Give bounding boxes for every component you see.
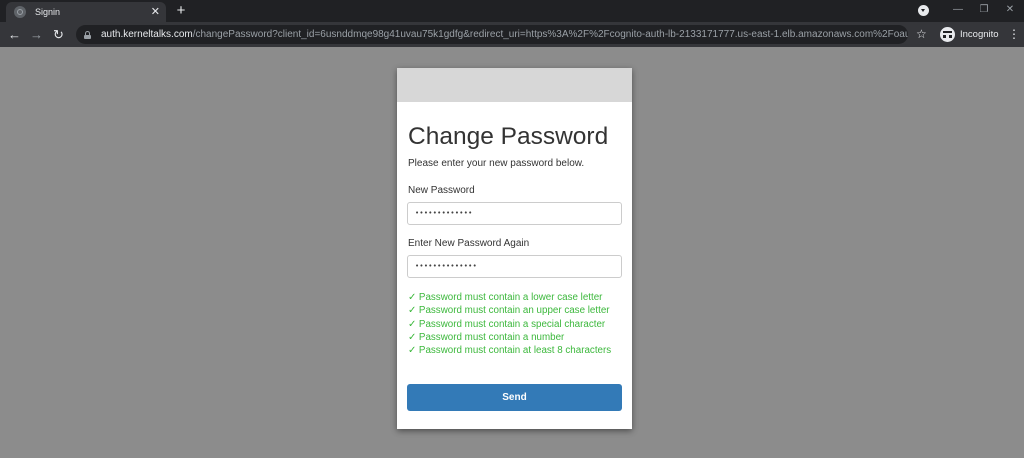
tab-search-icon[interactable] [918, 5, 929, 16]
rule-special-character: ✓ Password must contain a special charac… [408, 318, 606, 330]
address-bar[interactable]: auth.kerneltalks.com/changePassword?clie… [76, 25, 908, 44]
tab-strip: Signin ✕ + — ❐ ✕ [0, 0, 1024, 22]
tab-close-icon[interactable]: ✕ [151, 6, 160, 18]
star-icon[interactable]: ☆ [916, 26, 927, 43]
page-subtitle: Please enter your new password below. [408, 158, 585, 169]
browser-menu-icon[interactable]: ⋮ [1008, 26, 1020, 43]
url-path: /changePassword?client_id=6usnddmqe98g41… [192, 29, 908, 40]
confirm-password-label: Enter New Password Again [408, 238, 530, 249]
new-tab-button[interactable]: + [172, 2, 190, 20]
reload-button[interactable]: ↻ [50, 26, 67, 43]
new-password-field[interactable]: ••••••••••••• [407, 202, 622, 225]
lock-icon[interactable] [84, 30, 91, 39]
confirm-password-field[interactable]: •••••••••••••• [407, 255, 622, 278]
password-rules-list: ✓ Password must contain a lower case let… [408, 291, 611, 357]
rule-number: ✓ Password must contain a number [408, 331, 565, 343]
page-title: Change Password [408, 123, 609, 150]
tab-title: Signin [35, 7, 61, 17]
incognito-indicator[interactable]: Incognito [940, 25, 999, 44]
restore-button[interactable]: ❐ [976, 2, 992, 18]
incognito-label: Incognito [960, 29, 999, 40]
change-password-card: Change Password Please enter your new pa… [397, 68, 632, 429]
url-text[interactable]: auth.kerneltalks.com/changePassword?clie… [101, 29, 908, 40]
tab-signin[interactable]: Signin ✕ [6, 2, 166, 22]
incognito-icon [940, 27, 955, 42]
globe-icon [14, 6, 26, 18]
rule-lowercase: ✓ Password must contain a lower case let… [408, 292, 603, 303]
back-button[interactable]: ← [6, 26, 23, 43]
new-password-label: New Password [408, 185, 475, 196]
minimize-button[interactable]: — [950, 2, 966, 18]
window-close-button[interactable]: ✕ [1002, 2, 1018, 18]
send-button[interactable]: Send [407, 384, 622, 411]
url-host: auth.kerneltalks.com [101, 29, 193, 40]
card-banner [397, 68, 632, 102]
rule-uppercase: ✓ Password must contain an upper case le… [408, 305, 610, 317]
rule-min-length: ✓ Password must contain at least 8 chara… [408, 345, 612, 357]
forward-button[interactable]: → [28, 26, 45, 43]
browser-toolbar: ← → ↻ auth.kerneltalks.com/changePasswor… [0, 22, 1024, 47]
